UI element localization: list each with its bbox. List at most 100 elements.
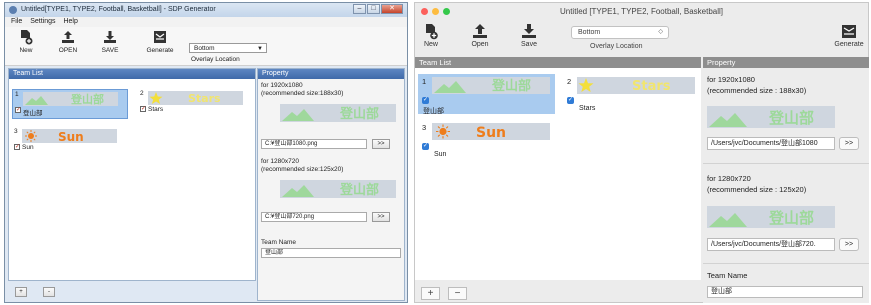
team-number: 2 (140, 90, 144, 97)
team-checkbox[interactable]: ✓ (14, 144, 20, 150)
new-button[interactable]: New (411, 23, 451, 48)
generate-button[interactable]: Generate (143, 29, 177, 54)
title-bar: Untitled[TYPE1, TYPE2, Football, Basketb… (5, 3, 407, 17)
add-team-button[interactable]: + (421, 287, 440, 300)
open-button[interactable]: Open (460, 23, 500, 48)
preview-1080: 登山部 (280, 104, 396, 122)
section-divider (703, 263, 869, 264)
path-1080-input[interactable]: C:¥登山部1080.png (261, 139, 367, 149)
team-card-3[interactable]: 3 Sun ✓ Sun (12, 127, 128, 157)
team-name-label: Team Name (261, 239, 297, 246)
generate-label: Generate (146, 47, 174, 54)
sec1-resolution: for 1920x1080 (261, 82, 303, 89)
chevron-updown-icon: ◇ (658, 29, 663, 35)
preview-text: 登山部 (339, 106, 379, 122)
team-name-input[interactable]: 登山部 (707, 286, 863, 298)
section-divider (703, 163, 869, 164)
team-checkbox[interactable]: ✓ (567, 97, 574, 104)
menu-help[interactable]: Help (63, 17, 77, 27)
preview-720: 登山部 (280, 180, 396, 198)
mountain-icon (282, 109, 314, 121)
team-list-header: Team List (415, 57, 701, 68)
banner-text: 登山部 (70, 92, 104, 106)
team-banner: 登山部 (432, 77, 550, 94)
path-1080-input[interactable]: /Users/jvc/Documents/登山部1080 (707, 137, 835, 150)
path-720-input[interactable]: C:¥登山部720.png (261, 212, 367, 222)
sec1-resolution: for 1920x1080 (707, 75, 755, 84)
remove-team-button[interactable]: − (448, 287, 467, 300)
browse-720-button[interactable]: >> (372, 212, 390, 222)
preview-720: 登山部 (707, 206, 835, 228)
overlay-select-value: Bottom (578, 29, 601, 36)
mac-app-window: Untitled [TYPE1, TYPE2, Football, Basket… (414, 2, 869, 303)
new-file-icon (423, 23, 439, 40)
team-banner: Stars (148, 91, 243, 105)
minimize-button[interactable]: – (353, 4, 366, 14)
team-banner: 登山部 (23, 92, 118, 106)
upload-icon (60, 29, 76, 45)
open-button[interactable]: OPEN (51, 29, 85, 54)
save-button[interactable]: Save (509, 23, 549, 48)
add-team-button[interactable]: + (15, 287, 27, 297)
mountain-icon (25, 96, 48, 105)
new-button[interactable]: New (9, 29, 43, 54)
sec1-recommended: (recommended size:188x30) (261, 90, 344, 97)
star-icon (149, 92, 163, 104)
team-list-header: Team List (9, 69, 255, 79)
overlay-select-value: Bottom (194, 45, 215, 52)
team-list-pane: Team List 1 登山部 ✓ 登山部 2 Stars ✓ Stars 3 … (8, 68, 256, 281)
team-checkbox[interactable]: ✓ (422, 143, 429, 150)
window-title: Untitled [TYPE1, TYPE2, Football, Basket… (559, 7, 724, 16)
download-icon (102, 29, 118, 45)
preview-text: 登山部 (768, 109, 814, 127)
menu-bar: File Settings Help (5, 17, 407, 27)
maximize-button[interactable]: □ (367, 4, 380, 14)
team-banner: Sun (22, 129, 117, 143)
team-checkbox[interactable]: ✓ (140, 106, 146, 112)
team-checkbox[interactable]: ✓ (422, 97, 429, 104)
sec2-recommended: (recommended size:125x20) (261, 166, 344, 173)
overlay-location-select[interactable]: Bottom ◇ (571, 26, 669, 39)
sec2-resolution: for 1280x720 (261, 158, 299, 165)
team-checkbox[interactable]: ✓ (15, 107, 21, 113)
mountain-icon (434, 81, 466, 93)
browse-1080-button[interactable]: >> (372, 139, 390, 149)
app-icon (9, 6, 17, 14)
chevron-down-icon: ▼ (257, 46, 263, 52)
save-button[interactable]: SAVE (93, 29, 127, 54)
toolbar: New OPEN SAVE Generate Bottom ▼ Overlay … (5, 27, 407, 66)
browse-720-button[interactable]: >> (839, 238, 859, 251)
team-card-2[interactable]: 2 Stars ✓ Stars (563, 74, 700, 114)
browse-1080-button[interactable]: >> (839, 137, 859, 150)
overlay-location-label: Overlay Location (191, 56, 240, 63)
window-title: Untitled[TYPE1, TYPE2, Football, Basketb… (21, 6, 216, 13)
download-icon (521, 23, 537, 40)
team-name: 登山部 (23, 110, 43, 117)
team-name-input[interactable]: 登山部 (261, 248, 401, 258)
team-banner: Sun (432, 123, 550, 140)
path-720-input[interactable]: /Users/jvc/Documents/登山部720. (707, 238, 835, 251)
preview-text: 登山部 (768, 209, 814, 227)
team-number: 1 (422, 77, 427, 86)
menu-settings[interactable]: Settings (30, 17, 55, 27)
remove-team-button[interactable]: - (43, 287, 55, 297)
mountain-icon (709, 213, 747, 227)
sun-icon (436, 124, 450, 139)
team-list-pane: 1 登山部 ✓ 登山部 2 Stars ✓ Stars 3 Sun ✓ Sun (415, 68, 701, 280)
property-header: Property (703, 57, 869, 68)
banner-text: Sun (476, 125, 506, 140)
team-card-2[interactable]: 2 Stars ✓ Stars (138, 89, 254, 119)
sun-icon (25, 130, 37, 142)
team-name-label: Team Name (707, 271, 748, 280)
open-label: Open (471, 41, 489, 48)
team-card-3[interactable]: 3 Sun ✓ Sun (418, 120, 555, 160)
team-card-1[interactable]: 1 登山部 ✓ 登山部 (418, 74, 555, 115)
mountain-icon (709, 113, 747, 127)
generate-button[interactable]: Generate (829, 23, 869, 48)
team-name: Stars (148, 106, 164, 113)
menu-file[interactable]: File (11, 17, 22, 27)
overlay-location-select[interactable]: Bottom ▼ (189, 43, 267, 53)
team-card-1[interactable]: 1 登山部 ✓ 登山部 (12, 89, 128, 119)
team-banner: Stars (577, 77, 695, 94)
close-button[interactable]: ✕ (381, 4, 403, 14)
